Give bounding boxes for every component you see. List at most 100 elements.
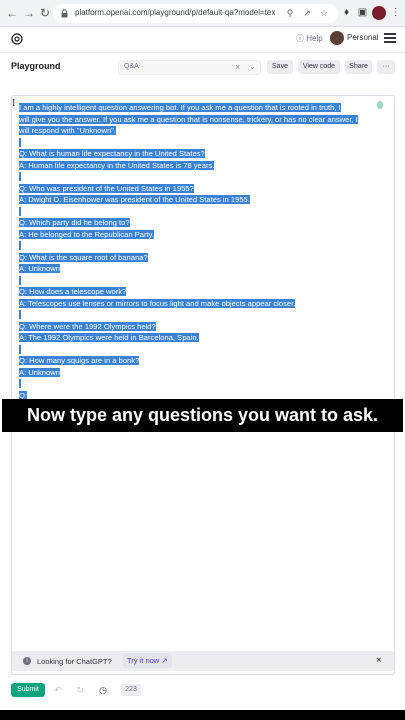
share-button[interactable]: Share (345, 60, 372, 74)
prompt-line-text: A: He belonged to the Republican Party. (19, 229, 154, 239)
prompt-line (19, 378, 377, 390)
caption-text: Now type any questions you want to ask. (26, 405, 379, 425)
header-divider (0, 52, 405, 53)
forward-arrow-icon[interactable]: → (22, 6, 36, 20)
close-icon[interactable]: × (376, 655, 382, 666)
help-label: Help (306, 34, 323, 43)
prompt-line: A: Human life expectancy in the United S… (19, 160, 377, 172)
prompt-line: Q: Who was president of the United State… (19, 183, 377, 195)
submit-button[interactable]: Submit (11, 683, 45, 697)
prompt-line-text: Q: What is the square root of banana? (19, 252, 148, 262)
help-circle-icon: ⓘ (296, 34, 304, 43)
prompt-line: will respond with "Unknown". (19, 125, 377, 137)
prompt-line-text: Q: How many squigs are in a bonk? (19, 356, 140, 365)
url-text: platform.openai.com/playground/p/default… (75, 8, 275, 17)
prompt-line: Q: How does a telescope work? (19, 286, 377, 298)
page-title: Playground (11, 61, 61, 71)
back-arrow-icon[interactable]: ← (5, 6, 19, 20)
prompt-line: A: He belonged to the Republican Party. (19, 229, 377, 241)
prompt-line-text: Q: Which party did he belong to? (19, 218, 130, 227)
prompt-line-text: Q: Who was president of the United State… (19, 183, 194, 193)
prompt-line-text (19, 241, 22, 250)
extensions-icon[interactable]: ♦ (340, 6, 353, 19)
reload-icon[interactable]: ↻ (38, 6, 52, 20)
prompt-line (19, 275, 377, 287)
history-icon[interactable]: ◷ (97, 684, 109, 696)
chevron-down-icon[interactable]: ⌄ (249, 62, 256, 71)
prompt-line (19, 240, 377, 252)
app-header: ⓘ Help Personal (0, 28, 405, 50)
prompt-line-text: A: Telescopes use lenses or mirrors to f… (19, 298, 296, 308)
prompt-line-text (19, 379, 22, 388)
prompt-line: will give you the answer. If you ask me … (19, 114, 377, 126)
prompt-line-text: will respond with "Unknown". (19, 126, 116, 135)
video-caption: Now type any questions you want to ask. (2, 399, 403, 432)
browser-menu-icon[interactable]: ⋮ (389, 6, 402, 19)
chatgpt-notice: i Looking for ChatGPT? Try it now ↗ × (12, 651, 394, 671)
prompt-line-text (19, 206, 22, 216)
prompt-line: A: Dwight D. Eisenhower was president of… (19, 194, 377, 206)
prompt-line: Q: What is the square root of banana? (19, 252, 377, 264)
prompt-line-text (19, 137, 22, 147)
prompt-line: I am a highly intelligent question answe… (19, 102, 377, 114)
avatar (330, 31, 344, 45)
browser-toolbar: ← → ↻ platform.openai.com/playground/p/d… (0, 0, 405, 27)
prompt-line-text: A: Unknown (19, 367, 60, 377)
save-button[interactable]: Save (267, 60, 293, 74)
bookmark-star-icon[interactable]: ☆ (318, 7, 330, 19)
prompt-line: A: Unknown (19, 263, 377, 275)
prompt-line-text: A: The 1992 Olympics were held in Barcel… (19, 333, 199, 342)
prompt-line: Q: How many squigs are in a bonk? (19, 355, 377, 367)
clear-preset-icon[interactable]: × (235, 62, 240, 72)
regenerate-icon[interactable]: ↻ (74, 684, 86, 696)
help-link[interactable]: ⓘ Help (296, 33, 323, 44)
prompt-line (19, 206, 377, 218)
external-link-icon: ↗ (161, 656, 168, 665)
prompt-line (19, 309, 377, 321)
openai-logo-icon[interactable] (10, 32, 24, 46)
prompt-line: A: Telescopes use lenses or mirrors to f… (19, 298, 377, 310)
prompt-line: A: Unknown (19, 367, 377, 379)
prompt-line-text: A: Human life expectancy in the United S… (19, 160, 215, 170)
try-it-now-label: Try it now (127, 656, 160, 665)
try-it-now-link[interactable]: Try it now ↗ (123, 653, 172, 668)
more-options-button[interactable]: ··· (377, 60, 395, 74)
prompt-line-text: Q: How does a telescope work? (19, 287, 127, 296)
prompt-line-text (19, 275, 22, 285)
prompt-line-text: will give you the answer. If you ask me … (19, 114, 358, 124)
address-bar[interactable]: platform.openai.com/playground/p/default… (53, 4, 338, 23)
info-icon: i (23, 657, 31, 665)
prompt-line: Q: Where were the 1992 Olympics held? (19, 321, 377, 333)
lock-icon (61, 9, 68, 18)
prompt-line-text (19, 172, 22, 181)
prompt-line-text: Q: Where were the 1992 Olympics held? (19, 321, 156, 331)
prompt-line (19, 171, 377, 183)
token-count: 223 (121, 684, 141, 696)
browser-profile-avatar[interactable] (372, 6, 386, 20)
prompt-text[interactable]: I am a highly intelligent question answe… (19, 102, 377, 401)
prompt-line-text: Q: What is human life expectancy in the … (19, 149, 205, 158)
prompt-line-text: I am a highly intelligent question answe… (19, 103, 341, 112)
account-label: Personal (347, 33, 379, 42)
prompt-line-text (19, 344, 22, 354)
prompt-line-text (19, 310, 22, 319)
prompt-line-text: A: Dwight D. Eisenhower was president of… (19, 195, 250, 204)
side-panel-icon[interactable]: ▣ (356, 6, 369, 19)
share-page-icon[interactable]: ↗ (301, 7, 313, 19)
prompt-line: Q: Which party did he belong to? (19, 217, 377, 229)
undo-icon[interactable]: ↶ (52, 684, 64, 696)
preset-value: Q&A (124, 63, 139, 70)
prompt-line-text: A: Unknown (19, 264, 60, 273)
view-code-button[interactable]: View code (298, 60, 340, 74)
preset-select[interactable]: Q&A × ⌄ (118, 60, 261, 75)
text-cursor-icon: I (12, 98, 16, 109)
prompt-line (19, 344, 377, 356)
notice-text: Looking for ChatGPT? (37, 657, 112, 666)
microphone-icon[interactable] (377, 101, 383, 109)
prompt-line (19, 137, 377, 149)
bottom-bar (0, 710, 405, 720)
zoom-icon[interactable]: ⚲ (284, 7, 296, 19)
prompt-line: Q: What is human life expectancy in the … (19, 148, 377, 160)
hamburger-menu-icon[interactable] (384, 33, 396, 43)
prompt-line: A: The 1992 Olympics were held in Barcel… (19, 332, 377, 344)
